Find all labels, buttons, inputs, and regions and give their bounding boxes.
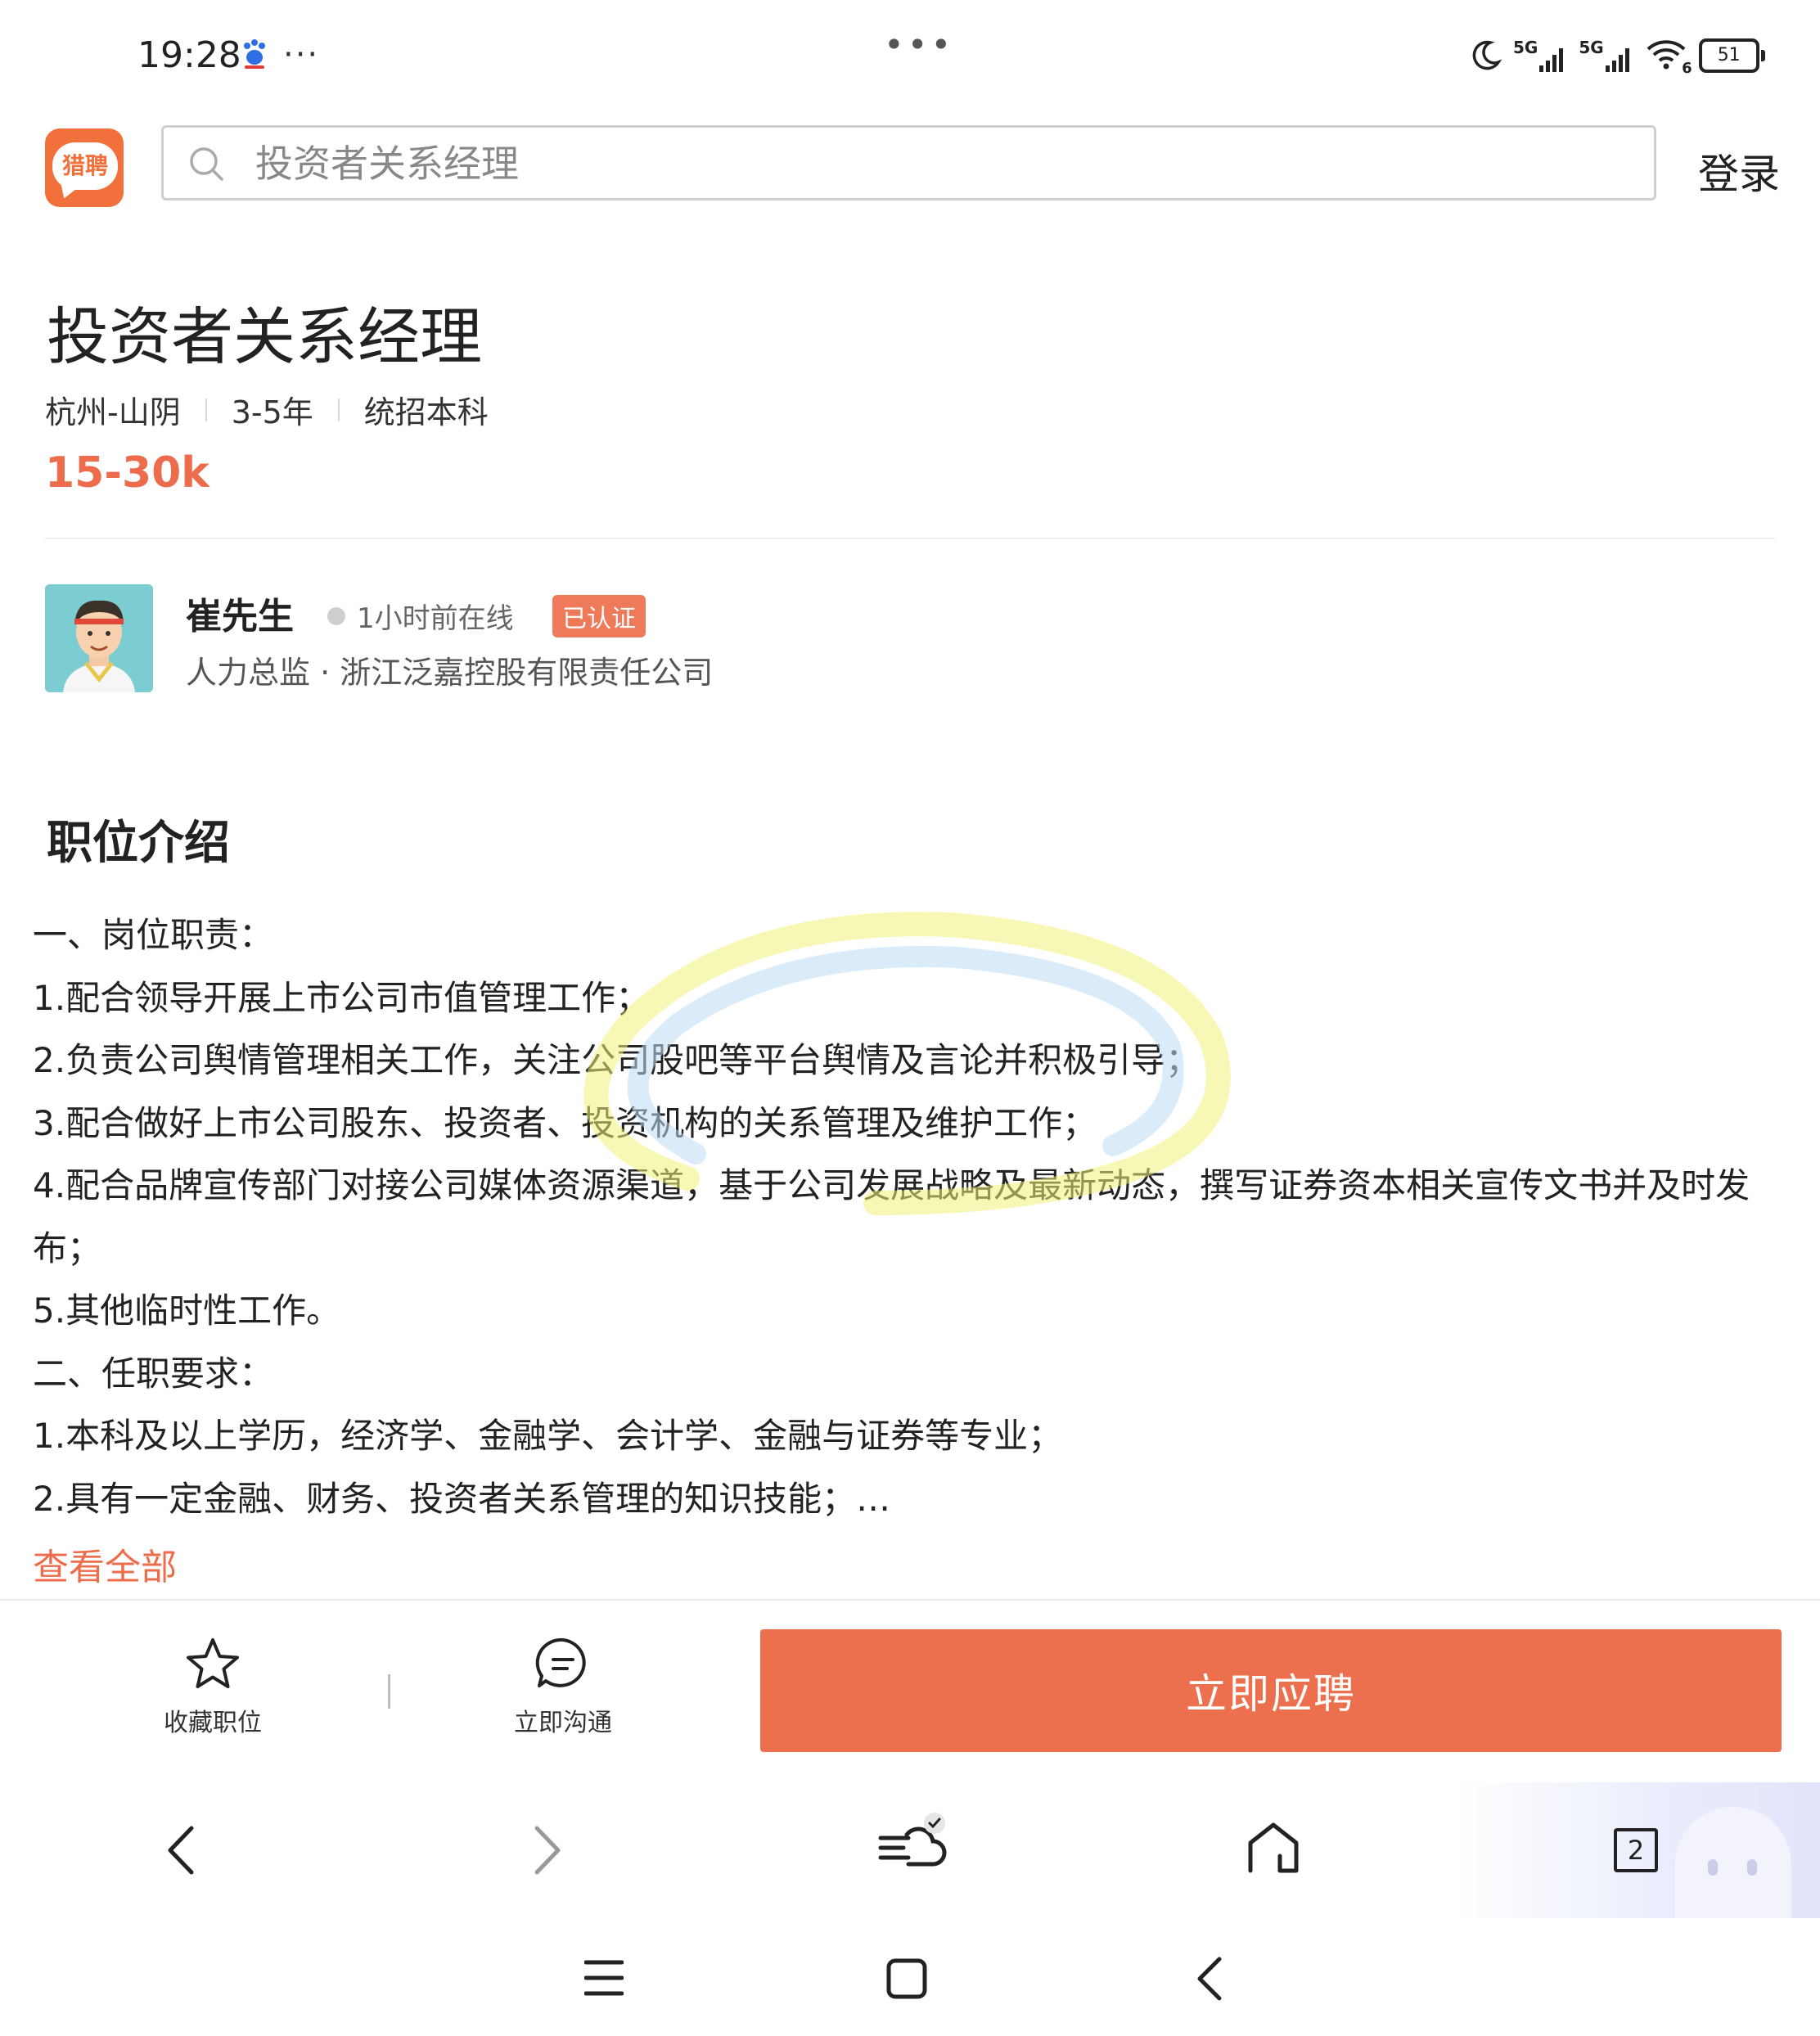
search-icon bbox=[190, 147, 223, 181]
job-title: 投资者关系经理 bbox=[47, 300, 482, 373]
wifi: 6 bbox=[1645, 38, 1692, 77]
job-salary: 15-30k bbox=[45, 448, 209, 498]
online-status-text: 1小时前在线 bbox=[357, 602, 514, 635]
job-education: 统招本科 bbox=[363, 394, 489, 430]
desc-line: 4.配合品牌宣传部门对接公司媒体资源渠道，基于公司发展战略及最新动态，撰写证券资… bbox=[33, 1165, 1750, 1268]
signal-2: 5G bbox=[1579, 38, 1633, 74]
verified-badge: 已认证 bbox=[552, 595, 646, 637]
section-heading: 职位介绍 bbox=[47, 817, 230, 870]
divider bbox=[45, 538, 1775, 539]
search-bar[interactable] bbox=[161, 125, 1656, 200]
chat-bubble-icon bbox=[535, 1637, 586, 1687]
status-time: 19:28 bbox=[137, 34, 241, 76]
forward-arrow-icon[interactable] bbox=[527, 1823, 568, 1877]
action-divider bbox=[388, 1674, 390, 1709]
desc-line: 二、任职要求： bbox=[33, 1353, 274, 1394]
status-more-dots: ··· bbox=[283, 36, 320, 74]
status-icons: 5G 5G 6 51 bbox=[1469, 33, 1765, 79]
window-handle-dots[interactable]: ••• bbox=[884, 25, 954, 65]
desc-line: 3.配合做好上市公司股东、投资者、投资机构的关系管理及维护工作； bbox=[33, 1102, 1097, 1143]
assistant-ghost-icon[interactable] bbox=[1675, 1807, 1791, 1921]
wifi-6-label: 6 bbox=[1682, 60, 1692, 77]
see-all-link[interactable]: 查看全部 bbox=[33, 1538, 177, 1590]
chat-now-button[interactable]: 立即沟通 bbox=[498, 1637, 628, 1738]
desc-line: 1.配合领导开展上市公司市值管理工作； bbox=[33, 977, 651, 1018]
recruiter-position-company: 人力总监 · 浙江泛嘉控股有限责任公司 bbox=[186, 655, 714, 691]
online-dot-icon bbox=[327, 606, 345, 625]
search-input[interactable] bbox=[254, 136, 1607, 191]
baidu-paw-icon bbox=[244, 39, 265, 69]
wifi-icon bbox=[1647, 40, 1686, 70]
app-logo[interactable]: 猎聘 bbox=[45, 128, 124, 207]
login-link[interactable]: 登录 bbox=[1698, 142, 1780, 200]
chat-label: 立即沟通 bbox=[514, 1709, 612, 1737]
apply-now-button[interactable]: 立即应聘 bbox=[760, 1629, 1782, 1752]
system-back-icon[interactable] bbox=[1193, 1956, 1226, 2002]
signal-bars-icon bbox=[1605, 48, 1629, 72]
network-label-1: 5G bbox=[1513, 38, 1538, 57]
home-icon[interactable] bbox=[1244, 1818, 1303, 1877]
avatar-illustration bbox=[45, 584, 153, 692]
favorite-job-button[interactable]: 收藏职位 bbox=[147, 1637, 278, 1738]
feed-cloud-icon[interactable] bbox=[876, 1810, 951, 1876]
desc-line: 2.具有一定金融、财务、投资者关系管理的知识技能；… bbox=[33, 1478, 891, 1519]
desc-line: 1.本科及以上学历，经济学、金融学、会计学、金融与证券等专业； bbox=[33, 1416, 1063, 1456]
network-label-2: 5G bbox=[1579, 38, 1604, 57]
job-location: 杭州-山阴 bbox=[45, 394, 181, 430]
desc-line: 2.负责公司舆情管理相关工作，关注公司股吧等平台舆情及言论并积极引导； bbox=[33, 1040, 1201, 1080]
moon-icon bbox=[1472, 40, 1502, 70]
favorite-label: 收藏职位 bbox=[164, 1709, 262, 1737]
tabs-counter-icon[interactable]: 2 bbox=[1614, 1828, 1658, 1872]
recent-apps-icon[interactable] bbox=[584, 1959, 624, 1997]
job-experience: 3-5年 bbox=[231, 394, 313, 430]
desc-line: 一、岗位职责： bbox=[33, 915, 274, 955]
desc-line: 5.其他临时性工作。 bbox=[33, 1291, 341, 1331]
recruiter-avatar[interactable] bbox=[45, 584, 153, 692]
home-square-icon[interactable] bbox=[885, 1957, 928, 2000]
logo-text: 猎聘 bbox=[52, 142, 118, 190]
recruiter-name: 崔先生 bbox=[186, 596, 294, 637]
star-icon bbox=[187, 1638, 239, 1688]
recruiter-online: 1小时前在线 bbox=[327, 596, 514, 636]
signal-1: 5G bbox=[1513, 38, 1567, 74]
battery-level: 51 bbox=[1698, 38, 1759, 73]
divider bbox=[0, 1599, 1820, 1601]
signal-bars-icon bbox=[1539, 48, 1564, 72]
job-meta: 杭州-山阴 3-5年 统招本科 bbox=[45, 387, 489, 432]
battery: 51 bbox=[1698, 38, 1765, 73]
back-arrow-icon[interactable] bbox=[160, 1823, 201, 1877]
job-description: 一、岗位职责： 1.配合领导开展上市公司市值管理工作； 2.负责公司舆情管理相关… bbox=[33, 904, 1800, 1530]
